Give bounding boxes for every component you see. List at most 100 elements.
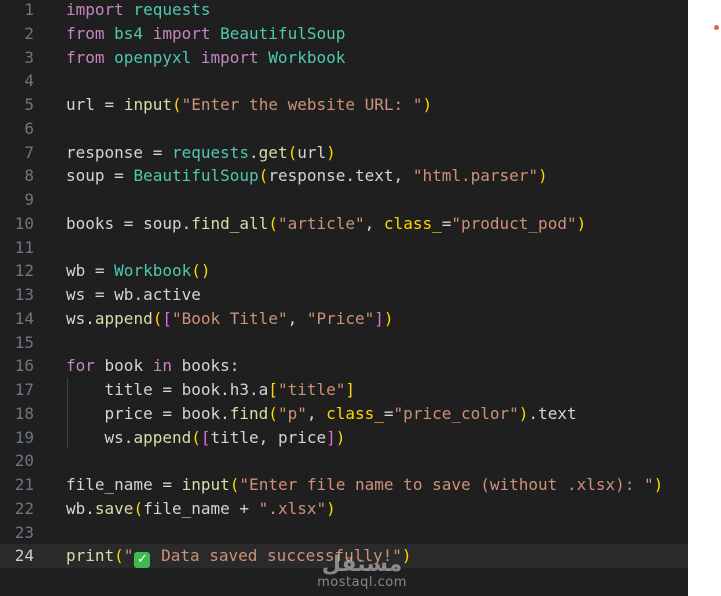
code-token: ( <box>152 308 163 328</box>
code-token: file_name <box>66 475 153 494</box>
code-line[interactable]: 1 import requests <box>0 0 688 22</box>
code-token: "title" <box>277 380 346 399</box>
watermark-logo: مستقل <box>321 552 403 577</box>
code-token: requests <box>171 142 250 162</box>
code-token: import <box>66 0 124 19</box>
code-line[interactable]: 3 from openpyxl import Workbook <box>0 46 688 70</box>
code-token: , <box>306 403 327 423</box>
code-token: url <box>297 142 327 162</box>
code-token: ] <box>326 427 336 447</box>
code-token: = <box>441 213 452 233</box>
code-token: title, price <box>210 427 327 447</box>
code-token: = <box>114 213 144 233</box>
code-line[interactable]: 11 <box>0 236 688 260</box>
code-token: books: <box>171 356 240 376</box>
line-number: 8 <box>24 166 34 186</box>
code-line[interactable]: 14 ws.append(["Book Title", "Price"]) <box>0 307 688 331</box>
code-token: books <box>66 213 115 233</box>
code-token: ( <box>133 498 144 518</box>
code-token: = <box>383 403 394 423</box>
code-token: url <box>66 95 95 114</box>
code-line[interactable]: 22 wb.save(file_name + ".xlsx") <box>0 497 688 521</box>
code-token: class_ <box>326 403 384 423</box>
code-token: "Price" <box>306 308 375 328</box>
code-line[interactable]: 6 <box>0 117 688 141</box>
line-number: 17 <box>14 380 34 399</box>
line-number: 24 <box>14 546 34 566</box>
code-token: ) <box>326 498 336 518</box>
code-line[interactable]: 5 url = input("Enter the website URL: ") <box>0 93 688 117</box>
code-token: input <box>181 475 230 494</box>
line-number: 12 <box>14 261 34 281</box>
code-token: "p" <box>277 403 307 423</box>
code-line[interactable]: 13 ws = wb.active <box>0 283 688 307</box>
code-token: wb <box>66 261 86 281</box>
code-line[interactable]: 9 <box>0 188 688 212</box>
code-token: BeautifulSoup <box>133 166 259 186</box>
line-number: 2 <box>24 23 34 43</box>
code-token: = <box>85 285 115 304</box>
line-number: 18 <box>14 403 34 423</box>
code-token: ] <box>374 308 384 328</box>
code-text: import requests <box>66 0 211 22</box>
code-token: "product_pod" <box>451 213 577 233</box>
code-token: "price_color" <box>393 403 519 423</box>
code-token: , <box>364 213 384 233</box>
code-token: wb.active <box>114 285 201 304</box>
line-number: 22 <box>14 498 34 518</box>
code-token: ) <box>335 427 346 447</box>
code-token: import <box>152 23 211 43</box>
code-token: import <box>200 47 259 67</box>
watermark: مستقل mostaql.com <box>312 552 412 593</box>
code-token: find <box>229 403 269 423</box>
code-token: get <box>258 142 288 162</box>
code-token: ( <box>171 95 182 114</box>
code-line[interactable]: 7 response = requests.get(url) <box>0 141 688 165</box>
line-number: 23 <box>14 522 34 542</box>
code-line[interactable]: 23 <box>0 521 688 545</box>
code-line[interactable]: 10 books = soup.find_all("article", class… <box>0 212 688 236</box>
code-line[interactable]: 2 from bs4 import BeautifulSoup <box>0 22 688 46</box>
code-token: requests <box>123 0 211 19</box>
line-number: 11 <box>14 237 34 257</box>
line-number: 19 <box>14 427 34 447</box>
code-token: ) <box>383 308 394 328</box>
code-line[interactable]: 18 price = book.find("p", class_="price_… <box>0 402 688 426</box>
code-text: url = input("Enter the website URL: ") <box>66 93 432 117</box>
code-token: file_name + <box>143 498 259 518</box>
code-token: print <box>66 546 115 566</box>
code-line[interactable]: 4 <box>0 69 688 93</box>
code-token: response.text, <box>268 166 413 186</box>
code-token: "html.parser" <box>412 166 539 186</box>
line-number: 15 <box>14 332 34 352</box>
code-token: ( <box>268 213 278 233</box>
code-token: save <box>94 498 134 518</box>
code-token: ( <box>114 546 124 566</box>
code-token: soup <box>66 166 105 186</box>
line-number: 9 <box>24 190 34 209</box>
code-token: ws <box>66 285 86 304</box>
code-token: "Enter the website URL: " <box>181 95 423 114</box>
code-line[interactable]: 12 wb = Workbook() <box>0 259 688 283</box>
code-line[interactable]: 19 ws.append([title, price]) <box>0 426 688 450</box>
code-token: title = book.h3.a <box>66 380 269 399</box>
code-line[interactable]: 17 title = book.h3.a["title"] <box>0 378 688 402</box>
code-token: "Enter file name to save (without .xlsx)… <box>239 475 654 494</box>
code-line[interactable]: 21 file_name = input("Enter file name to … <box>0 473 688 497</box>
code-token: ) <box>576 213 587 233</box>
code-line[interactable]: 8 soup = BeautifulSoup(response.text, "ht… <box>0 164 688 188</box>
code-token: ws. <box>66 427 134 447</box>
code-text: for book in books: <box>66 354 239 378</box>
code-token: ) <box>422 95 433 114</box>
line-number: 21 <box>14 475 34 494</box>
code-token: ) <box>653 475 664 494</box>
code-token: "Book Title" <box>171 308 288 328</box>
code-token: in <box>152 356 172 376</box>
code-line[interactable]: 15 <box>0 331 688 355</box>
code-token: ( <box>191 427 201 447</box>
code-line[interactable]: 16 for book in books: <box>0 354 688 378</box>
code-editor[interactable]: 1 import requests 2 from bs4 import Beautif… <box>0 0 688 596</box>
code-token: ) <box>518 403 529 423</box>
code-line[interactable]: 20 <box>0 449 688 473</box>
code-token: ( <box>268 403 278 423</box>
